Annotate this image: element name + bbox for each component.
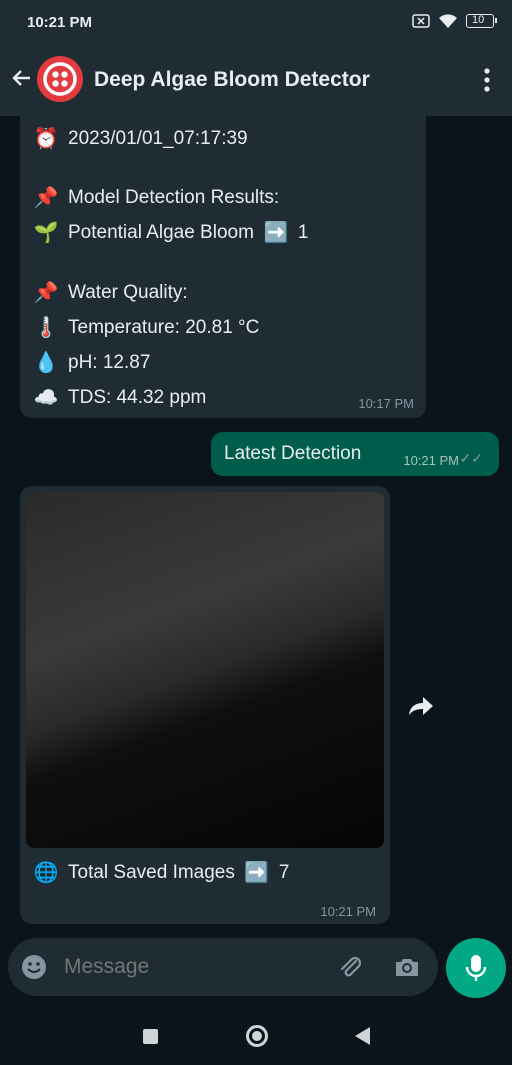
globe-icon: 🌐 <box>33 862 59 884</box>
mic-button[interactable] <box>446 938 506 998</box>
right-arrow-icon: ➡️ <box>263 222 289 244</box>
forward-icon[interactable] <box>407 694 435 718</box>
message-composer <box>8 938 438 996</box>
timestamp-line: ⏰ 2023/01/01_07:17:39 <box>33 127 248 151</box>
avatar[interactable] <box>37 56 83 102</box>
chat-title[interactable]: Deep Algae Bloom Detector <box>94 68 370 92</box>
droplet-icon: 💧 <box>33 352 59 374</box>
twilio-logo-icon <box>43 62 77 96</box>
message-input[interactable] <box>62 954 306 980</box>
more-options-icon[interactable] <box>482 66 492 94</box>
algae-result-line: 🌱 Potential Algae Bloom ➡️ 1 <box>33 221 309 245</box>
battery-icon: 10 <box>466 14 497 28</box>
recents-icon[interactable] <box>143 1029 158 1044</box>
pushpin-icon: 📌 <box>33 187 59 209</box>
system-nav-bar <box>0 1005 512 1065</box>
status-bar: 10:21 PM 10 <box>0 0 512 46</box>
dnd-icon <box>412 14 430 28</box>
right-arrow-icon: ➡️ <box>244 862 270 884</box>
seedling-icon: 🌱 <box>33 222 59 244</box>
incoming-message-image[interactable]: 🌐 Total Saved Images ➡️ 7 10:21 PM <box>20 486 390 924</box>
tds-line: ☁️ TDS: 44.32 ppm <box>33 386 207 410</box>
camera-icon[interactable] <box>393 953 421 981</box>
status-time: 10:21 PM <box>27 14 93 31</box>
microphone-icon <box>465 955 487 981</box>
saved-images-line: 🌐 Total Saved Images ➡️ 7 <box>33 861 290 885</box>
message-time: 10:21 PM <box>320 904 376 919</box>
back-arrow-icon[interactable] <box>10 66 34 90</box>
home-icon[interactable] <box>246 1025 268 1047</box>
wifi-icon <box>439 14 457 28</box>
cloud-icon: ☁️ <box>33 387 59 409</box>
water-heading-line: 📌 Water Quality: <box>33 281 188 305</box>
temperature-line: 🌡️ Temperature: 20.81 °C <box>33 316 260 340</box>
alarm-clock-icon: ⏰ <box>33 128 59 150</box>
paperclip-icon[interactable] <box>336 953 364 981</box>
incoming-message-detection[interactable]: ⏰ 2023/01/01_07:17:39 📌 Model Detection … <box>20 116 426 418</box>
chat-area[interactable]: ⏰ 2023/01/01_07:17:39 📌 Model Detection … <box>0 116 512 936</box>
double-check-icon: ✓✓ <box>459 450 483 466</box>
status-icons: 10 <box>412 13 497 29</box>
outgoing-message[interactable]: Latest Detection 10:21 PM ✓✓ <box>211 432 499 476</box>
nav-back-icon[interactable] <box>355 1027 370 1045</box>
message-text: Latest Detection <box>224 443 362 464</box>
emoji-icon[interactable] <box>20 953 48 981</box>
message-time: 10:21 PM <box>403 453 459 468</box>
pushpin-icon: 📌 <box>33 282 59 304</box>
ph-line: 💧 pH: 12.87 <box>33 351 151 375</box>
battery-level: 10 <box>472 14 485 26</box>
thermometer-icon: 🌡️ <box>33 317 59 339</box>
model-heading-line: 📌 Model Detection Results: <box>33 186 280 210</box>
detection-image[interactable] <box>26 492 384 848</box>
chat-header: Deep Algae Bloom Detector <box>0 46 512 116</box>
message-time: 10:17 PM <box>358 396 414 411</box>
